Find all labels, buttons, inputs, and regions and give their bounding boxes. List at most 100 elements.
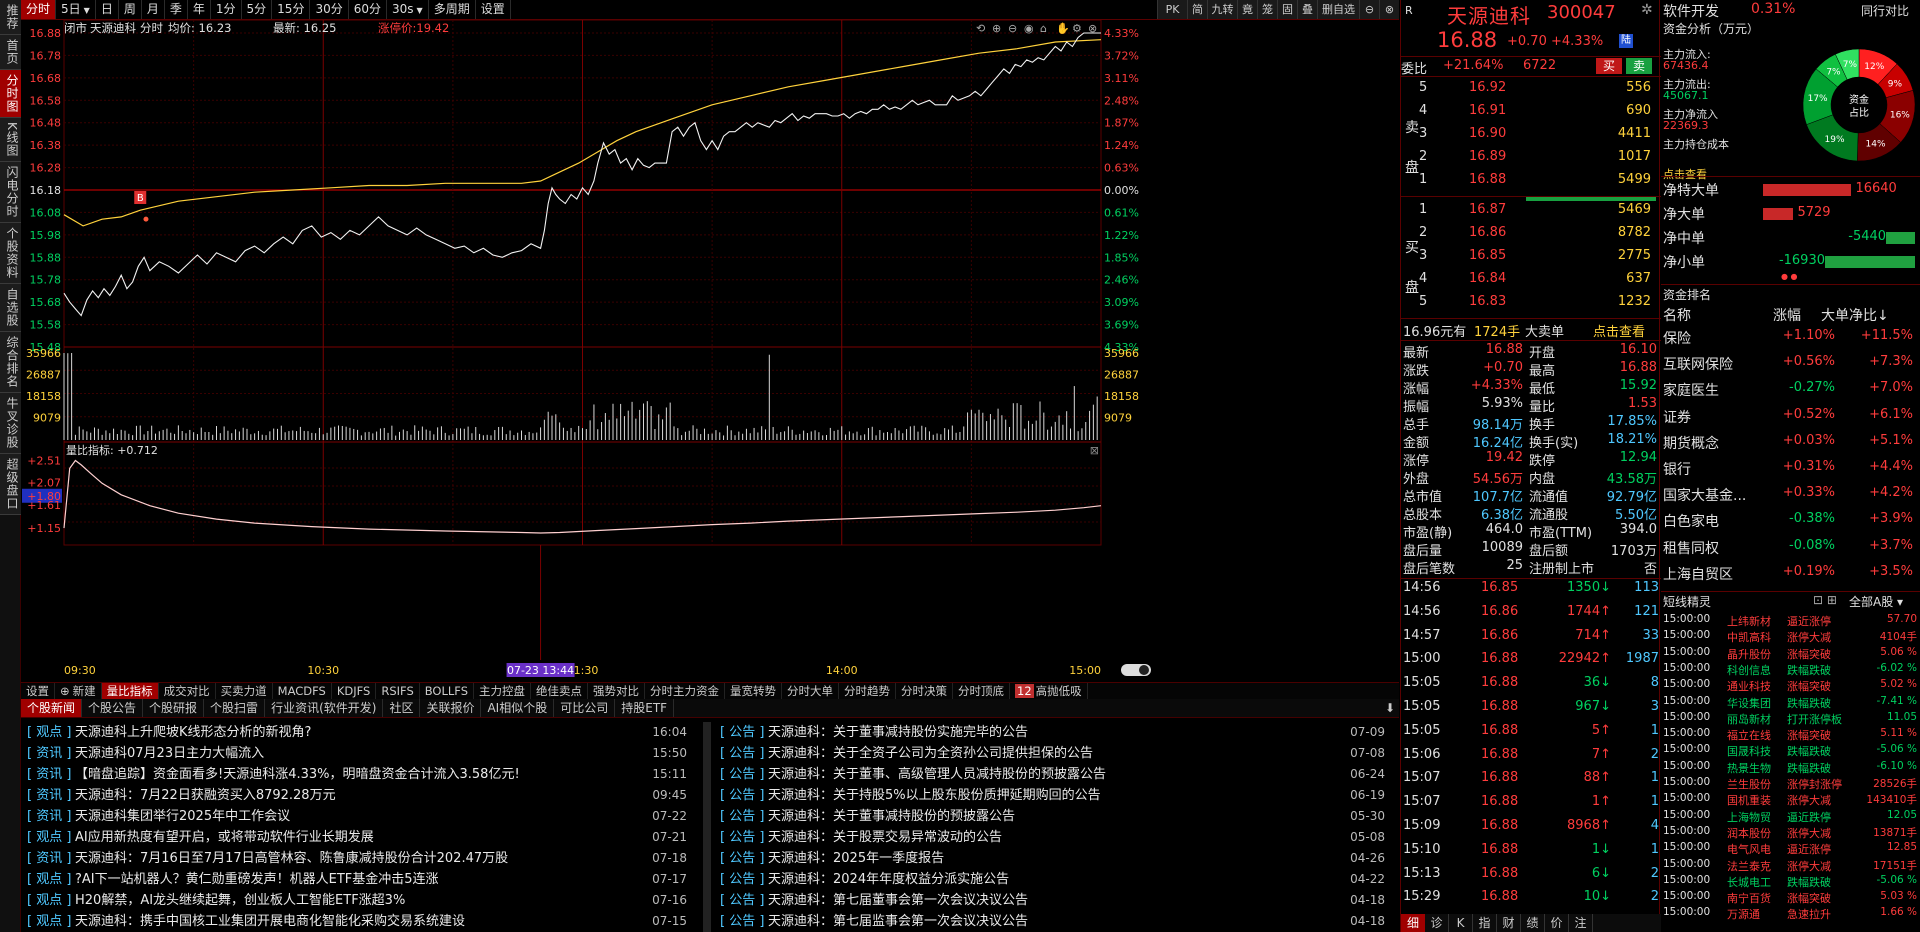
minimize-icon[interactable]: ⊖ [1359,0,1379,19]
news-item[interactable]: [ 资讯 ] 【暗盘追踪】资金面看多!天源迪科涨4.33%，明暗盘资金合计流入3.… [21,764,701,785]
indicator-tab-12[interactable]: 分时主力资金 [645,683,726,699]
news-item[interactable]: [ 公告 ] 天源迪科：关于董事减持股份的预披露公告 05-30 [714,806,1399,827]
indicator-tab-18[interactable]: 12 高抛低吸 [1010,683,1088,699]
rank-header-name[interactable]: 名称 [1663,305,1691,325]
period-tab-6[interactable]: 年 [188,0,211,19]
short-stock[interactable]: 通业科技 [1727,678,1771,694]
news-tab-8[interactable]: 可比公司 [554,699,616,717]
quote-tab-2[interactable]: K [1449,914,1473,932]
short-stock[interactable]: 法兰泰克 [1727,858,1771,874]
news-item[interactable]: [ 公告 ] 天源迪科：第七届监事会第一次会议决议公告 04-18 [714,911,1399,932]
indicator-tab-1[interactable]: ⊕ 新建 [55,683,102,699]
download-icon[interactable]: ⬇ [1385,701,1395,715]
rank-name[interactable]: 国家大基金... [1663,485,1746,505]
close-icon[interactable]: ⊗ [1379,0,1399,19]
period-tab-3[interactable]: 周 [119,0,142,19]
short-stock[interactable]: 电气风电 [1727,841,1771,857]
news-tab-7[interactable]: AI相似个股 [481,699,555,717]
news-left-scrollbar[interactable] [703,722,711,932]
news-tab-3[interactable]: 个股扫雷 [204,699,266,717]
rank-name[interactable]: 互联网保险 [1663,354,1733,374]
nav-0[interactable]: 推荐 [0,0,21,35]
indicator-tab-15[interactable]: 分时趋势 [839,683,897,699]
quote-tab-0[interactable]: 细 [1401,914,1425,932]
nav-1[interactable]: 首页 [0,35,21,70]
hand-icon[interactable]: ✋ [1056,22,1070,35]
short-stock[interactable]: 福立在线 [1727,727,1771,743]
news-item[interactable]: [ 公告 ] 天源迪科：2025年一季度报告 04-26 [714,848,1399,869]
short-stock[interactable]: 万源通 [1727,906,1760,922]
peer-compare-link[interactable]: 同行对比 [1861,2,1909,19]
period-tab-14[interactable]: 设置 [476,0,511,19]
indicator-tab-5[interactable]: MACDFS [273,683,332,699]
news-item[interactable]: [ 资讯 ] 天源迪科：7月22日获融资买入8792.28万元 09:45 [21,785,701,806]
news-tab-4[interactable]: 行业资讯(软件开发) [265,699,384,717]
short-stock[interactable]: 丽岛新材 [1727,711,1771,727]
nav-4[interactable]: 闪电分时 [0,161,21,223]
period-tab-11[interactable]: 60分 [349,0,388,19]
rank-name[interactable]: 保险 [1663,328,1691,348]
short-stock[interactable]: 中凯高科 [1727,629,1771,645]
quote-tab-4[interactable]: 财 [1497,914,1521,932]
close-icon[interactable]: ⊠ [1090,444,1099,457]
news-item[interactable]: [ 公告 ] 天源迪科：关于全资子公司为全资孙公司提供担保的公告 07-08 [714,743,1399,764]
toolbar-tool-0[interactable]: PK [1157,0,1187,19]
rank-name[interactable]: 白色家电 [1663,511,1719,531]
sell-button[interactable]: 卖 [1626,58,1652,74]
period-tab-13[interactable]: 多周期 [429,0,476,19]
nav-7[interactable]: 综合排名 [0,331,21,393]
indicator-tab-7[interactable]: RSIFS [376,683,420,699]
lock-icon[interactable]: ⌂ [1040,22,1047,35]
toolbar-tool-5[interactable]: 固 [1277,0,1297,19]
news-item[interactable]: [ 公告 ] 天源迪科：关于董事、高级管理人员减持股份的预披露公告 06-24 [714,764,1399,785]
short-stock[interactable]: 国晟科技 [1727,743,1771,759]
sector-name[interactable]: 软件开发 [1663,1,1719,21]
quote-tab-5[interactable]: 绩 [1521,914,1545,932]
period-tab-4[interactable]: 月 [142,0,165,19]
nav-6[interactable]: 自选股 [0,283,21,332]
news-item[interactable]: [ 资讯 ] 天源迪科集团举行2025年中工作会议 07-22 [21,806,701,827]
rank-name[interactable]: 租售同权 [1663,538,1719,558]
toolbar-tool-6[interactable]: 叠 [1297,0,1317,19]
rank-name[interactable]: 证券 [1663,407,1691,427]
period-tab-10[interactable]: 30分 [310,0,349,19]
period-tab-2[interactable]: 日 [96,0,119,19]
short-stock[interactable]: 润本股份 [1727,825,1771,841]
period-tab-7[interactable]: 1分 [211,0,242,19]
news-item[interactable]: [ 公告 ] 天源迪科：关于董事减持股份实施完毕的公告 07-09 [714,722,1399,743]
nav-5[interactable]: 个股资料 [0,222,21,284]
indicator-tab-8[interactable]: BOLLFS [420,683,475,699]
toolbar-tool-1[interactable]: 简 [1187,0,1207,19]
indicator-tab-11[interactable]: 强势对比 [588,683,646,699]
short-filter-select[interactable]: 全部A股 ▾ [1849,593,1903,610]
buy-button[interactable]: 买 [1596,58,1622,74]
news-item[interactable]: [ 观点 ] H20解禁，AI龙头继续起舞，创业板人工智能ETF涨超3% 07-16 [21,890,701,911]
nav-8[interactable]: 牛叉诊股 [0,392,21,454]
zoom-out-icon[interactable]: ⊖ [1008,22,1017,35]
toolbar-tool-2[interactable]: 九转 [1207,0,1237,19]
period-tab-0[interactable]: 分时 [21,0,57,19]
news-item[interactable]: [ 资讯 ] 天源迪科：7月16日至7月17日高管林容、陈鲁康减持股份合计202.… [21,848,701,869]
gear-icon[interactable]: ✲ [1641,2,1653,18]
period-tab-8[interactable]: 5分 [242,0,273,19]
indicator-tab-2[interactable]: 量比指标 [101,683,159,699]
rank-name[interactable]: 期货概念 [1663,433,1719,453]
pager-dots[interactable]: ● ● [1781,272,1798,281]
rank-header-pct[interactable]: 涨幅 [1773,305,1801,325]
news-item[interactable]: [ 公告 ] 天源迪科：第七届董事会第一次会议决议公告 04-18 [714,890,1399,911]
indicator-tab-4[interactable]: 买卖力道 [216,683,273,699]
indicator-tab-16[interactable]: 分时决策 [896,683,954,699]
indicator-tab-17[interactable]: 分时顶底 [953,683,1011,699]
nav-3[interactable]: K线图 [0,118,21,162]
short-stock[interactable]: 科创信息 [1727,662,1771,678]
settings-icon[interactable]: ⚙ [1072,22,1082,35]
toolbar-tool-3[interactable]: 竟 [1237,0,1257,19]
indicator-tab-13[interactable]: 量宽转势 [725,683,783,699]
indicator-tab-3[interactable]: 成交对比 [159,683,216,699]
period-tab-9[interactable]: 15分 [272,0,311,19]
short-stock[interactable]: 兰生股份 [1727,776,1771,792]
news-item[interactable]: [ 公告 ] 天源迪科：关于持股5%以上股东股份质押延期购回的公告 06-19 [714,785,1399,806]
eye-icon[interactable]: ◉ [1024,22,1034,35]
rank-header-ratio[interactable]: 大单净比↓ [1821,305,1889,325]
news-item[interactable]: [ 观点 ] 天源迪科：携手中国核工业集团开展电商化智能化采购交易系统建设 07-1… [21,911,701,932]
